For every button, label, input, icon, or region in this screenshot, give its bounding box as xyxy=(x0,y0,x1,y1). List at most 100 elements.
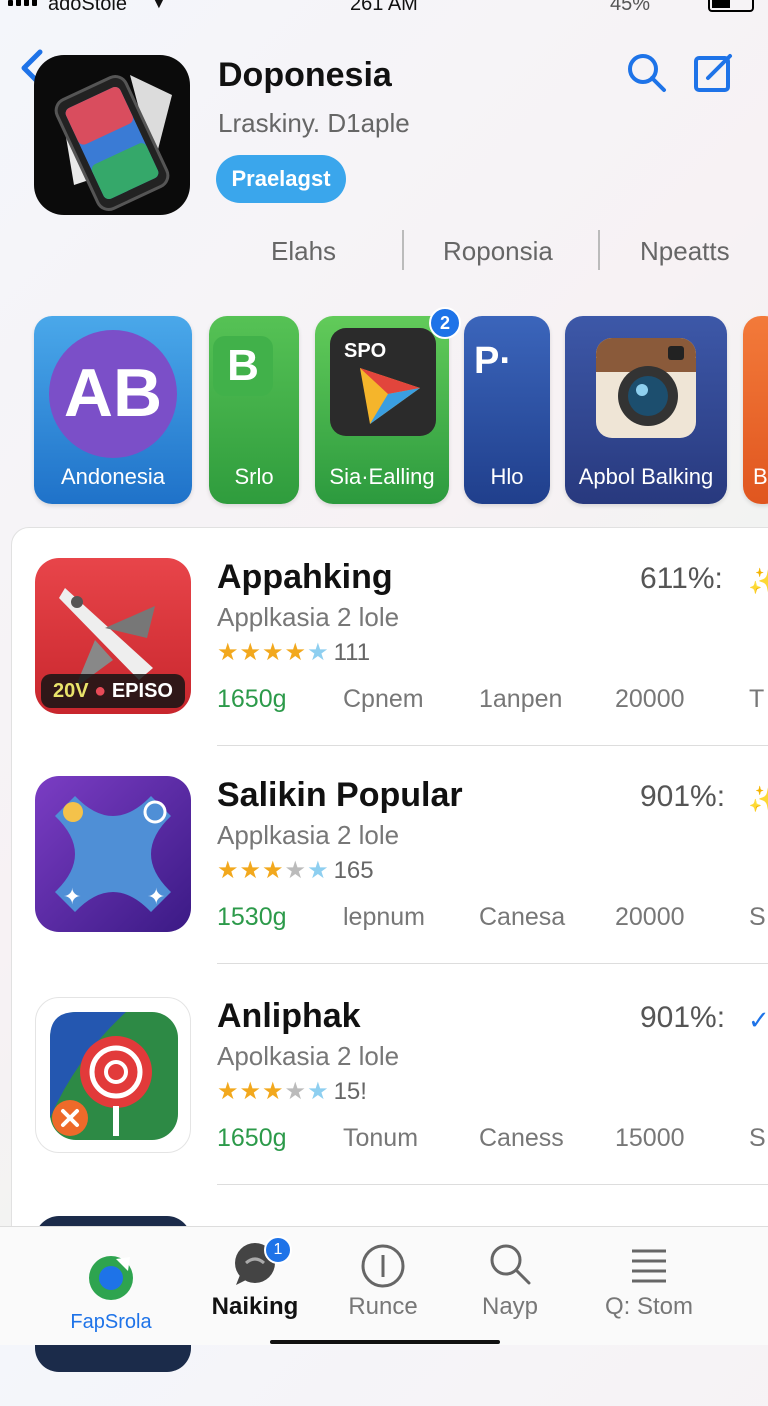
row-divider xyxy=(217,1184,768,1185)
card-label: B xyxy=(753,464,768,489)
row-divider xyxy=(217,963,768,964)
app-subtitle: Lraskiny. D1aple xyxy=(218,108,410,138)
app-title: Doponesia xyxy=(218,56,392,94)
search-icon xyxy=(490,1244,531,1285)
app-stat: 15000 xyxy=(615,1124,685,1152)
search-icon[interactable] xyxy=(624,50,668,94)
app-title: Appahking xyxy=(217,558,393,596)
tab-fapsrola[interactable]: FapSrola xyxy=(46,1227,176,1345)
tab-label: Naiking xyxy=(211,1293,299,1320)
app-percent: 611%: xyxy=(640,562,723,595)
tab-naiking[interactable]: Naiking xyxy=(190,1227,320,1345)
tab-nayp[interactable]: Nayp xyxy=(445,1227,575,1345)
battery-icon xyxy=(708,0,754,12)
list-item[interactable]: ✦ ✦ Salikin Popular 901%: ✨ Applkasia 2 … xyxy=(12,746,768,964)
carousel-card-apbol-balking[interactable]: Apbol Balking xyxy=(565,316,727,504)
carousel-card-hlo[interactable]: P· Hlo xyxy=(464,316,550,504)
app-title: Salikin Popular xyxy=(217,776,463,814)
meta-item: Elahs xyxy=(271,236,337,266)
card-label: Hlo xyxy=(490,464,524,489)
app-size: 1650g xyxy=(217,1124,287,1152)
app-stat: 20000 xyxy=(615,903,685,931)
status-bar: adoStole ▼ 261 AM 45% xyxy=(0,0,768,18)
list-item[interactable]: Anliphak 901%: ✓ Apolkasia 2 lole ★★★★★ 1… xyxy=(12,967,768,1185)
app-size: 1650g xyxy=(217,685,287,713)
tab-badge: 1 xyxy=(264,1236,292,1264)
app-stat: 1anpen xyxy=(479,685,563,713)
sparkle-icon[interactable]: ✨ xyxy=(748,784,768,815)
carousel-card-sia-ealling[interactable]: SPO Sia·Ealling xyxy=(315,316,449,504)
cross-app-icon: ✦ ✦ xyxy=(35,776,191,932)
app-title: Anliphak xyxy=(217,997,361,1035)
card-icon-text: B xyxy=(213,336,273,396)
app-stat: Cpnem xyxy=(343,685,424,713)
svg-text:✦: ✦ xyxy=(63,884,81,909)
app-meta-row: Elahs Roponsia Npeatts xyxy=(0,230,768,272)
app-stat: lepnum xyxy=(343,903,425,931)
app-percent: 901%: xyxy=(640,780,726,813)
carousel-card-andonesia[interactable]: AB Andonesia xyxy=(34,316,192,504)
meta-divider xyxy=(598,230,600,270)
rating-count: 165 xyxy=(333,857,374,884)
clock: 261 AM xyxy=(350,0,418,15)
app-list: 20V ● EPISO Appahking 611%: ✨ Applkasia … xyxy=(11,527,768,1372)
card-label: Apbol Balking xyxy=(578,464,714,489)
home-indicator xyxy=(270,1340,500,1344)
app-stat: T xyxy=(749,685,765,713)
signal-icon xyxy=(8,0,37,6)
app-stat: Caness xyxy=(479,1124,564,1152)
meta-divider xyxy=(402,230,404,270)
icon-text: EPISO xyxy=(111,680,173,702)
checkmark-icon[interactable]: ✓ xyxy=(748,1005,768,1036)
tab-label: FapSrola xyxy=(70,1311,152,1333)
app-stat: Tonum xyxy=(343,1124,419,1152)
star-rating: ★★★★★ 111 xyxy=(217,639,371,666)
app-stat: S xyxy=(749,903,766,931)
rocket-app-icon: 20V ● EPISO xyxy=(35,558,191,714)
app-stat: 20000 xyxy=(615,685,685,713)
card-label: Andonesia xyxy=(61,464,165,489)
tab-q-stom[interactable]: Q: Stom xyxy=(584,1227,714,1345)
carrier-label: adoStole xyxy=(48,0,127,15)
app-stat: S xyxy=(749,1124,766,1152)
app-subtitle: Applkasia 2 lole xyxy=(217,820,400,850)
app-subtitle: Apolkasia 2 lole xyxy=(217,1041,400,1071)
brand-icon xyxy=(89,1256,133,1300)
meta-item: Npeatts xyxy=(640,236,730,266)
rating-count: 15! xyxy=(333,1078,367,1105)
card-label: Sia·Ealling xyxy=(329,464,435,489)
app-size: 1530g xyxy=(217,903,287,931)
app-stat: Canesa xyxy=(479,903,566,931)
compose-icon[interactable] xyxy=(692,50,736,94)
camera-icon xyxy=(596,338,696,438)
sparkle-icon[interactable]: ✨ xyxy=(748,566,768,597)
list-item[interactable]: 20V ● EPISO Appahking 611%: ✨ Applkasia … xyxy=(12,528,768,746)
card-label: Srlo xyxy=(234,464,274,489)
star-rating: ★★★★★ 165 xyxy=(217,857,374,884)
carousel-card-srlo[interactable]: B Srlo xyxy=(209,316,299,504)
battery-percent: 45% xyxy=(610,0,651,15)
app-icon xyxy=(34,55,190,215)
play-logo-icon: SPO xyxy=(330,328,436,436)
card-icon-text: SPO xyxy=(344,340,387,362)
card-icon-text: P· xyxy=(474,340,512,382)
tab-label: Nayp xyxy=(481,1293,539,1320)
app-subtitle: Applkasia 2 lole xyxy=(217,602,400,632)
card-icon-text: AB xyxy=(63,355,163,431)
info-circle-icon xyxy=(361,1244,405,1288)
star-rating: ★★★★★ 15! xyxy=(217,1078,367,1105)
carousel-card-partial[interactable]: B xyxy=(743,316,768,504)
tab-label: Runce xyxy=(348,1293,418,1320)
svg-text:✦: ✦ xyxy=(147,884,165,909)
lollipop-app-icon xyxy=(35,997,191,1153)
tab-label: Q: Stom xyxy=(604,1293,694,1320)
rating-count: 111 xyxy=(333,639,371,666)
get-button[interactable]: Praelagst xyxy=(216,155,346,203)
tab-bar: FapSrola Naiking Runce Nayp Q: Stom xyxy=(0,1226,768,1345)
list-icon xyxy=(632,1249,666,1283)
tab-runce[interactable]: Runce xyxy=(318,1227,448,1345)
notification-badge: 2 xyxy=(429,307,461,339)
icon-text: 20V xyxy=(53,680,89,702)
wifi-icon: ▼ xyxy=(150,0,168,12)
app-percent: 901%: xyxy=(640,1001,726,1034)
